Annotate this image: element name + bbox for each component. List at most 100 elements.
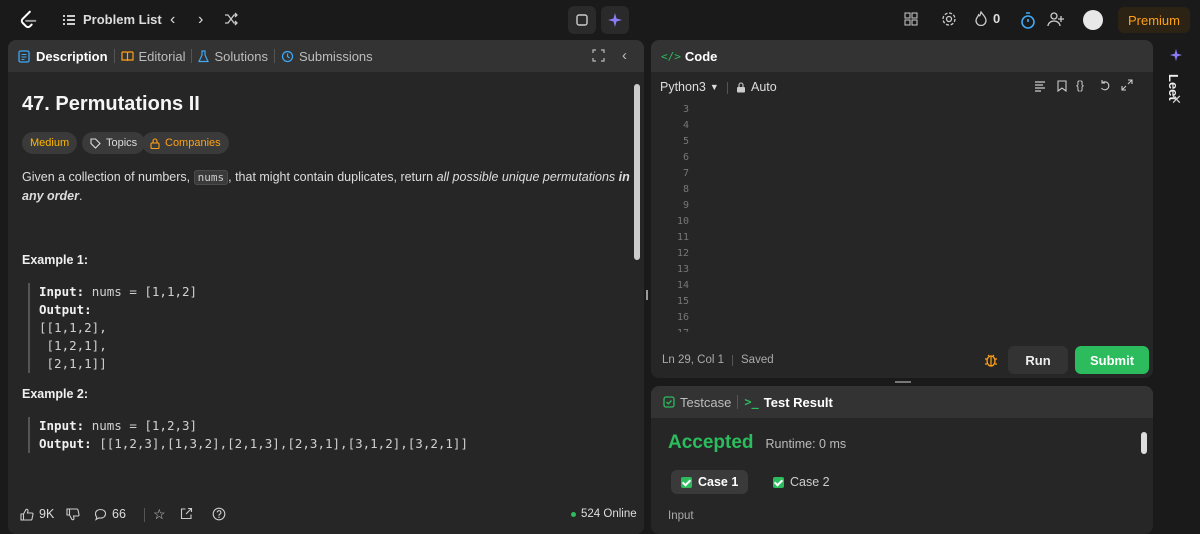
vertical-resize-handle[interactable] — [646, 290, 648, 300]
companies-button[interactable]: Companies — [142, 132, 229, 154]
maximize-panel-button[interactable] — [592, 49, 605, 65]
example1-block: Input: nums = [1,1,2] Output: [[1,1,2], … — [28, 283, 197, 373]
horizontal-resize-handle[interactable] — [895, 381, 911, 383]
like-count: 9K — [39, 507, 55, 521]
premium-button[interactable]: Premium — [1118, 7, 1190, 33]
tab-solutions[interactable]: Solutions — [198, 40, 268, 72]
expand-editor-button[interactable] — [1121, 79, 1133, 94]
random-problem-button[interactable] — [224, 12, 239, 26]
case-label-1: Case 1 — [698, 475, 739, 489]
tab-test-result[interactable]: >_ Test Result — [744, 386, 833, 418]
line-number: 17 — [651, 328, 689, 332]
language-select[interactable]: Python3 ▼ — [660, 80, 719, 94]
code-icon: </> — [661, 49, 681, 63]
debugger-bug-button[interactable] — [983, 352, 999, 371]
like-button[interactable]: 9K — [20, 507, 54, 521]
layout-button[interactable] — [904, 12, 918, 26]
tab-editorial[interactable]: Editorial — [120, 40, 185, 72]
reset-button[interactable] — [1099, 79, 1111, 94]
submit-button[interactable]: Submit — [1075, 346, 1149, 374]
favorite-button[interactable]: ☆ — [153, 506, 166, 523]
line-number: 8 — [682, 184, 689, 195]
description-footer: 9K 66 ☆ 524 Online — [8, 496, 644, 534]
timer-button[interactable] — [1014, 6, 1042, 34]
problem-title: 47. Permutations II — [22, 93, 200, 115]
settings-button[interactable] — [941, 11, 957, 27]
cursor-position: Ln 29, Col 1 — [662, 354, 725, 366]
line-number: 5 — [682, 136, 689, 147]
tab-description[interactable]: Description — [18, 40, 108, 72]
add-friend-button[interactable] — [1047, 11, 1065, 27]
line-number: 6 — [682, 152, 689, 163]
case-tab-2[interactable]: Case 2 — [763, 470, 840, 494]
leet-ai-button[interactable] — [1169, 48, 1183, 65]
check-icon — [681, 476, 692, 488]
undo-icon — [1101, 80, 1110, 91]
debug-button[interactable] — [568, 6, 596, 34]
line-number: 4 — [682, 120, 689, 131]
case-label-2: Case 2 — [790, 475, 830, 489]
description-scrollbar[interactable] — [634, 84, 640, 260]
line-number: 14 — [676, 280, 689, 291]
ai-assistant-button[interactable] — [601, 6, 629, 34]
help-button[interactable] — [212, 507, 226, 524]
thumbs-down-icon — [66, 508, 80, 521]
tab-divider — [113, 49, 115, 63]
leetcode-logo[interactable] — [17, 9, 39, 31]
tab-divider — [273, 49, 275, 63]
user-avatar[interactable] — [1083, 10, 1103, 30]
example2-input-row: Input: nums = [1,2,3] — [39, 417, 468, 435]
tab-testcase[interactable]: Testcase — [663, 386, 731, 418]
chevron-left-icon: ‹ — [622, 47, 627, 64]
shuffle-icon — [225, 12, 238, 26]
example2-output-label: Output: — [39, 436, 92, 451]
sparkle-icon — [608, 13, 622, 27]
streak-count: 0 — [993, 11, 1001, 26]
maximize-icon — [592, 49, 605, 62]
status-divider — [732, 354, 734, 366]
dislike-button[interactable] — [66, 508, 80, 524]
line-number: 13 — [676, 264, 689, 275]
online-indicator: 524 Online — [571, 508, 637, 520]
mode-label: Auto — [751, 80, 777, 94]
help-icon — [212, 507, 226, 521]
next-problem-button[interactable]: › — [198, 11, 203, 29]
comment-icon — [94, 508, 107, 521]
line-number: 3 — [682, 104, 689, 115]
line-number: 9 — [682, 200, 689, 211]
code-panel: </> Code Python3 ▼ Auto {} 3 4 5 6 7 8 9… — [651, 40, 1153, 378]
run-button[interactable]: Run — [1008, 346, 1068, 374]
code-editor[interactable]: 3 4 5 6 7 8 9 10 11 12 13 14 15 16 17 — [651, 100, 1153, 332]
comments-button[interactable]: 66 — [94, 507, 126, 521]
case-tab-1[interactable]: Case 1 — [671, 470, 749, 494]
bug-icon — [985, 354, 997, 367]
code-panel-header: </> Code — [651, 40, 1153, 72]
mode-select[interactable]: Auto — [736, 80, 777, 94]
example1-output-line: [[1,1,2], — [39, 320, 107, 335]
code-scrollbar-track — [1145, 100, 1153, 332]
collapse-panel-button[interactable]: ‹ — [622, 47, 627, 64]
close-rail-button[interactable]: ✕ — [1171, 92, 1182, 108]
bookmark-button[interactable] — [1057, 80, 1067, 95]
braces-button[interactable]: {} — [1076, 78, 1084, 92]
topics-button[interactable]: Topics — [82, 132, 146, 154]
example1-output-line: [1,2,1], — [39, 338, 107, 353]
prev-problem-button[interactable]: ‹ — [170, 11, 175, 29]
run-label: Run — [1025, 352, 1051, 368]
format-button[interactable] — [1034, 80, 1046, 95]
check-icon — [773, 476, 784, 488]
tab-submissions[interactable]: Submissions — [281, 40, 373, 72]
example1-input-label: Input: — [39, 284, 85, 299]
share-button[interactable] — [180, 507, 193, 523]
streak-counter[interactable]: 0 — [975, 11, 1000, 26]
verdict-row: Accepted Runtime: 0 ms — [668, 432, 846, 454]
thumbs-up-icon — [20, 508, 34, 521]
example2-input-label: Input: — [39, 418, 85, 433]
align-icon — [1035, 81, 1045, 92]
online-dot — [571, 511, 576, 517]
flask-icon — [198, 49, 210, 62]
problem-list-label: Problem List — [83, 12, 162, 27]
problem-list-link[interactable]: Problem List — [62, 12, 162, 27]
test-panel-scrollbar[interactable] — [1141, 432, 1147, 454]
description-tabs: Description Editorial Solutions Submissi… — [8, 40, 644, 72]
